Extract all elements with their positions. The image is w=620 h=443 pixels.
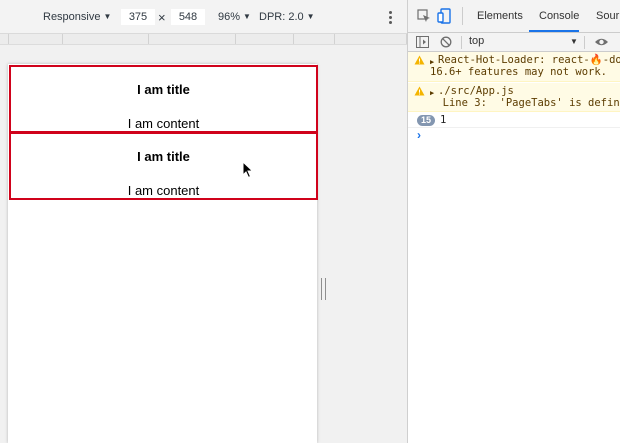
devtools-panel: Elements Console Sour top ▼ ▶ React-Hot-… bbox=[407, 0, 620, 443]
log-text: 1 bbox=[440, 114, 447, 126]
repeat-count-badge: 15 bbox=[417, 115, 435, 126]
clear-console-icon[interactable] bbox=[440, 36, 452, 48]
content-card: I am title I am content bbox=[9, 65, 318, 133]
responsive-dropdown[interactable]: Responsive ▼ bbox=[43, 10, 111, 25]
device-emulation-pane: Responsive▼ × 96%▼ DPR: 2.0▼ I am title … bbox=[0, 0, 407, 443]
inspect-element-icon[interactable] bbox=[417, 9, 431, 23]
card-content: I am content bbox=[127, 183, 200, 198]
warning-icon bbox=[414, 55, 425, 65]
console-toolbar: top ▼ bbox=[408, 33, 620, 52]
height-input[interactable] bbox=[171, 9, 205, 25]
warning-icon bbox=[414, 86, 425, 96]
chevron-down-icon: ▼ bbox=[243, 12, 251, 21]
resize-handle[interactable] bbox=[321, 278, 326, 300]
more-options-icon[interactable] bbox=[386, 9, 394, 25]
tab-sources[interactable]: Sour bbox=[596, 10, 619, 22]
chevron-down-icon: ▼ bbox=[306, 12, 315, 21]
device-toggle-icon[interactable] bbox=[437, 8, 451, 24]
warning-line-1: ./src/App.js bbox=[438, 85, 514, 97]
dpr-label: DPR: 2.0 bbox=[259, 11, 304, 23]
tab-elements[interactable]: Elements bbox=[477, 10, 523, 22]
times-icon: × bbox=[158, 10, 166, 25]
chevron-down-icon: ▼ bbox=[570, 37, 578, 46]
console-log[interactable]: 15 1 bbox=[408, 112, 620, 128]
console-warning[interactable]: ▶ ./src/App.js Line 3: 'PageTabs' is def… bbox=[408, 83, 620, 112]
warning-line-2: Line 3: 'PageTabs' is defined bbox=[430, 97, 620, 109]
device-toolbar: Responsive▼ × 96%▼ DPR: 2.0▼ bbox=[0, 0, 407, 34]
devtools-tab-bar: Elements Console Sour bbox=[408, 0, 620, 33]
mouse-cursor-icon bbox=[242, 161, 254, 179]
eye-icon[interactable] bbox=[594, 37, 609, 47]
warning-line-1: React-Hot-Loader: react-🔥-dom bbox=[438, 54, 620, 66]
console-prompt[interactable]: › bbox=[408, 128, 620, 142]
chevron-down-icon: ▼ bbox=[103, 12, 112, 21]
media-query-ruler bbox=[0, 34, 407, 45]
dpr-dropdown[interactable]: DPR: 2.0 ▼ bbox=[259, 10, 315, 25]
zoom-dropdown[interactable]: 96% ▼ bbox=[218, 10, 251, 25]
card-title: I am title bbox=[137, 82, 190, 97]
tab-console[interactable]: Console bbox=[539, 10, 579, 22]
context-selector[interactable]: top bbox=[469, 35, 484, 47]
warning-line-2: 16.6+ features may not work. bbox=[430, 66, 608, 78]
sidebar-toggle-icon[interactable] bbox=[416, 36, 429, 48]
content-card: I am title I am content bbox=[9, 132, 318, 200]
width-input[interactable] bbox=[121, 9, 155, 25]
zoom-label: 96% bbox=[218, 11, 241, 23]
active-tab-indicator bbox=[529, 30, 579, 32]
card-title: I am title bbox=[137, 149, 190, 164]
prompt-chevron-icon: › bbox=[417, 128, 421, 142]
device-viewport: I am title I am content I am title I am … bbox=[8, 64, 318, 443]
console-warning[interactable]: ▶ React-Hot-Loader: react-🔥-dom 16.6+ fe… bbox=[408, 52, 620, 82]
responsive-label: Responsive bbox=[43, 11, 101, 23]
card-content: I am content bbox=[127, 116, 200, 131]
